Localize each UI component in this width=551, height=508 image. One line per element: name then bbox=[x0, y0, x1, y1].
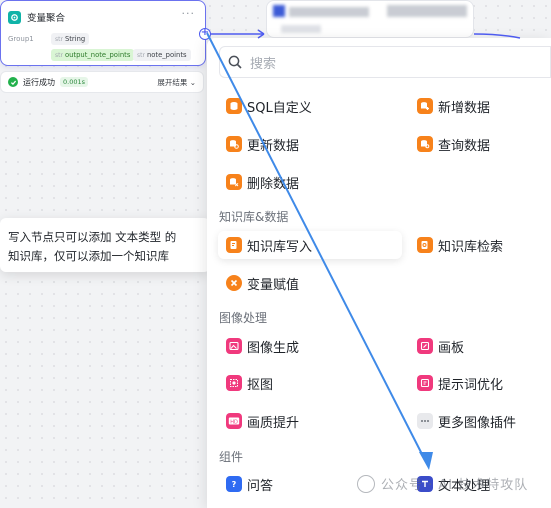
hd-icon: HD bbox=[226, 413, 242, 429]
knowledge-search-icon bbox=[417, 237, 433, 253]
wechat-logo-icon bbox=[357, 474, 375, 493]
database-add-icon bbox=[417, 98, 433, 114]
item-label: 变量赋值 bbox=[247, 277, 300, 293]
connector-arrowhead bbox=[257, 29, 265, 39]
type-label: str bbox=[55, 36, 63, 43]
more-options-icon[interactable]: ··· bbox=[182, 7, 196, 20]
cutout-icon bbox=[226, 375, 242, 391]
search-icon bbox=[228, 55, 242, 69]
item-label: 新增数据 bbox=[438, 100, 491, 116]
item-label: 问答 bbox=[247, 478, 274, 494]
node-item-knowledge-write[interactable]: 知识库写入 bbox=[218, 231, 402, 259]
node-item-cutout[interactable]: 抠图 bbox=[226, 370, 273, 396]
tooltip-line: 写入节点只可以添加 文本类型 的 bbox=[8, 230, 177, 244]
run-status-bar: 运行成功 0.001s 展开结果 ⌄ bbox=[0, 71, 204, 93]
item-label: 知识库写入 bbox=[247, 239, 313, 255]
more-icon bbox=[417, 413, 433, 429]
output-port-add-button[interactable]: + bbox=[199, 28, 211, 40]
item-label: 图像生成 bbox=[247, 340, 300, 356]
node-item-image-generate[interactable]: 图像生成 bbox=[226, 333, 299, 359]
node-item-insert-data[interactable]: 新增数据 bbox=[417, 93, 490, 119]
node-item-hd-upscale[interactable]: HD 画质提升 bbox=[226, 408, 299, 434]
variable-assign-icon bbox=[226, 275, 242, 291]
node-item-variable-assign[interactable]: 变量赋值 bbox=[226, 270, 299, 296]
node-item-delete-data[interactable]: 删除数据 bbox=[226, 169, 299, 195]
success-check-icon bbox=[8, 77, 18, 87]
section-title-knowledge: 知识库&数据 bbox=[219, 210, 289, 224]
item-label: 更多图像插件 bbox=[438, 415, 517, 431]
item-label: 抠图 bbox=[247, 377, 274, 393]
item-label: 更新数据 bbox=[247, 138, 300, 154]
search-input[interactable]: 搜索 bbox=[219, 46, 551, 78]
type-label: str bbox=[137, 52, 145, 59]
expand-label: 展开结果 bbox=[157, 77, 188, 87]
tooltip-line: 知识库，仅可以添加一个知识库 bbox=[8, 249, 169, 263]
variable-name: output_note_points bbox=[64, 51, 131, 59]
search-placeholder: 搜索 bbox=[250, 56, 277, 72]
blurred-detail bbox=[387, 5, 467, 17]
database-delete-icon bbox=[226, 174, 242, 190]
node-item-qa[interactable]: ? 问答 bbox=[226, 471, 273, 497]
node-icon bbox=[273, 5, 285, 17]
prompt-optimize-icon bbox=[417, 375, 433, 391]
variable-tag: str output_note_points bbox=[51, 49, 135, 61]
svg-text:HD: HD bbox=[230, 419, 238, 425]
item-label: 提示词优化 bbox=[438, 377, 504, 393]
next-node-card[interactable] bbox=[266, 0, 474, 38]
expand-results-button[interactable]: 展开结果 ⌄ bbox=[157, 77, 196, 88]
database-update-icon bbox=[226, 136, 242, 152]
item-label: 画板 bbox=[438, 340, 465, 356]
blurred-title bbox=[289, 7, 369, 17]
image-generate-icon bbox=[226, 338, 242, 354]
item-label: 知识库检索 bbox=[438, 239, 504, 255]
variable-name: note_points bbox=[146, 51, 187, 59]
item-label: 画质提升 bbox=[247, 415, 300, 431]
database-query-icon bbox=[417, 136, 433, 152]
node-title: 变量聚合 bbox=[27, 13, 66, 24]
database-icon bbox=[226, 98, 242, 114]
variable-tag: str note_points bbox=[133, 49, 191, 61]
node-item-knowledge-search[interactable]: 知识库检索 bbox=[417, 232, 503, 258]
item-label: SQL自定义 bbox=[247, 100, 312, 116]
node-item-more-image-plugins[interactable]: 更多图像插件 bbox=[417, 408, 516, 434]
node-item-update-data[interactable]: 更新数据 bbox=[226, 131, 299, 157]
section-title-image: 图像处理 bbox=[219, 311, 268, 325]
type-label: str bbox=[55, 52, 63, 59]
node-item-canvas[interactable]: 画板 bbox=[417, 333, 464, 359]
blurred-sub bbox=[281, 25, 321, 33]
aggregate-icon bbox=[8, 10, 21, 24]
run-status-text: 运行成功 bbox=[23, 77, 55, 87]
canvas-icon bbox=[417, 338, 433, 354]
node-item-prompt-optimize[interactable]: 提示词优化 bbox=[417, 370, 503, 396]
variable-name: String bbox=[64, 35, 86, 43]
section-title-component: 组件 bbox=[219, 450, 244, 464]
svg-text:?: ? bbox=[232, 480, 237, 489]
question-icon: ? bbox=[226, 476, 242, 492]
item-label: 删除数据 bbox=[247, 176, 300, 192]
node-item-query-data[interactable]: 查询数据 bbox=[417, 131, 490, 157]
node-header: 变量聚合 bbox=[8, 10, 65, 24]
variable-tag: str String bbox=[51, 33, 90, 45]
variable-aggregate-node[interactable]: 变量聚合 ··· Group1 str String str output_note… bbox=[0, 0, 206, 66]
knowledge-write-tooltip: 写入节点只可以添加 文本类型 的 知识库，仅可以添加一个知识库 bbox=[0, 218, 216, 272]
watermark-text: 公众号 · AI 技术特攻队 bbox=[381, 478, 529, 493]
item-label: 查询数据 bbox=[438, 138, 491, 154]
watermark: 公众号 · AI 技术特攻队 bbox=[357, 474, 528, 493]
knowledge-write-icon bbox=[226, 237, 242, 253]
run-time-badge: 0.001s bbox=[60, 77, 88, 87]
node-item-sql-custom[interactable]: SQL自定义 bbox=[226, 93, 312, 119]
group-label: Group1 bbox=[8, 35, 34, 43]
